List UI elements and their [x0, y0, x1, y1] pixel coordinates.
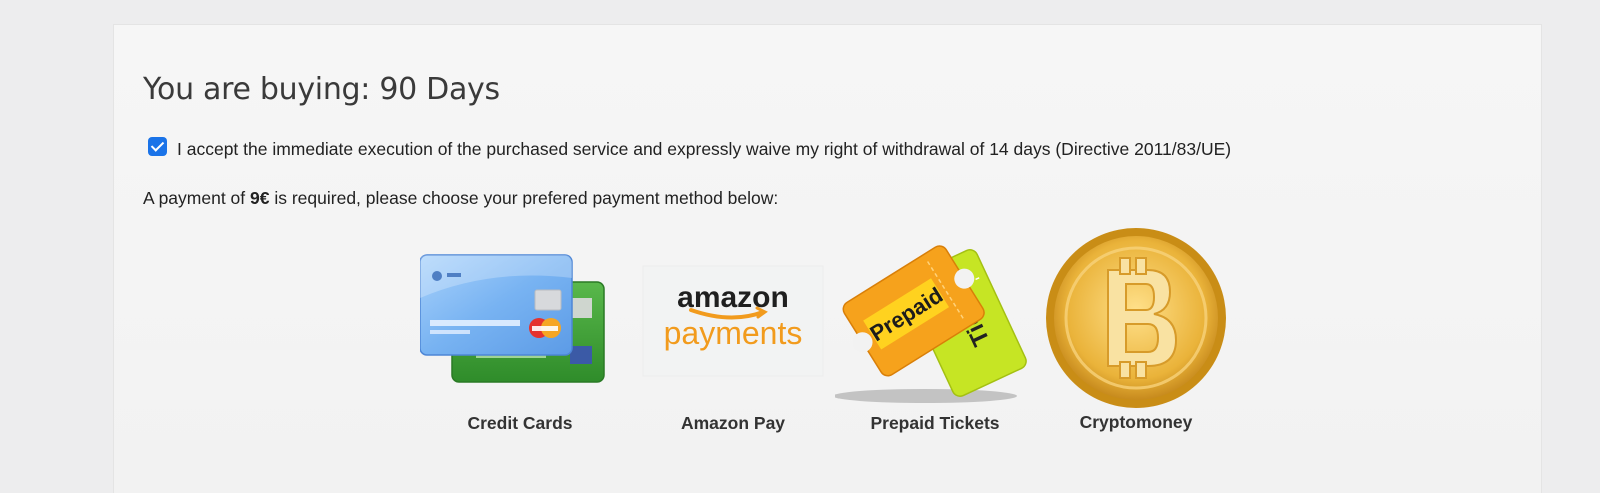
- credit-cards-label: Credit Cards: [467, 413, 573, 433]
- payment-method-credit-cards[interactable]: Credit Cards: [420, 228, 620, 443]
- amazon-pay-label: Amazon Pay: [680, 413, 786, 433]
- prepaid-tickets-icon: Tick Prepaid: [835, 245, 1027, 403]
- payment-suffix: is required, please choose your prefered…: [269, 188, 779, 208]
- amazon-payments-logo: amazon payments: [642, 265, 824, 377]
- payments-logo-text: payments: [664, 315, 803, 351]
- payment-prefix: A payment of: [143, 188, 251, 208]
- page-title: You are buying: 90 Days: [143, 72, 500, 107]
- withdrawal-consent[interactable]: I accept the immediate execution of the …: [148, 137, 1232, 160]
- bitcoin-icon: [1046, 228, 1226, 408]
- credit-cards-icon: [420, 254, 605, 383]
- payment-method-cryptomoney[interactable]: Cryptomoney: [1036, 228, 1236, 443]
- payment-method-prepaid-tickets[interactable]: Tick Prepaid Prepaid Tickets: [835, 228, 1035, 443]
- payment-method-amazon-pay[interactable]: amazon payments Amazon Pay: [633, 228, 833, 443]
- prepaid-tickets-label: Prepaid Tickets: [870, 413, 1000, 433]
- payment-amount: 9€: [250, 188, 270, 208]
- consent-label: I accept the immediate execution of the …: [177, 139, 1232, 159]
- cryptomoney-label: Cryptomoney: [1079, 412, 1193, 432]
- payment-required-text: A payment of 9€ is required, please choo…: [143, 188, 778, 209]
- consent-checkbox[interactable]: [148, 137, 167, 156]
